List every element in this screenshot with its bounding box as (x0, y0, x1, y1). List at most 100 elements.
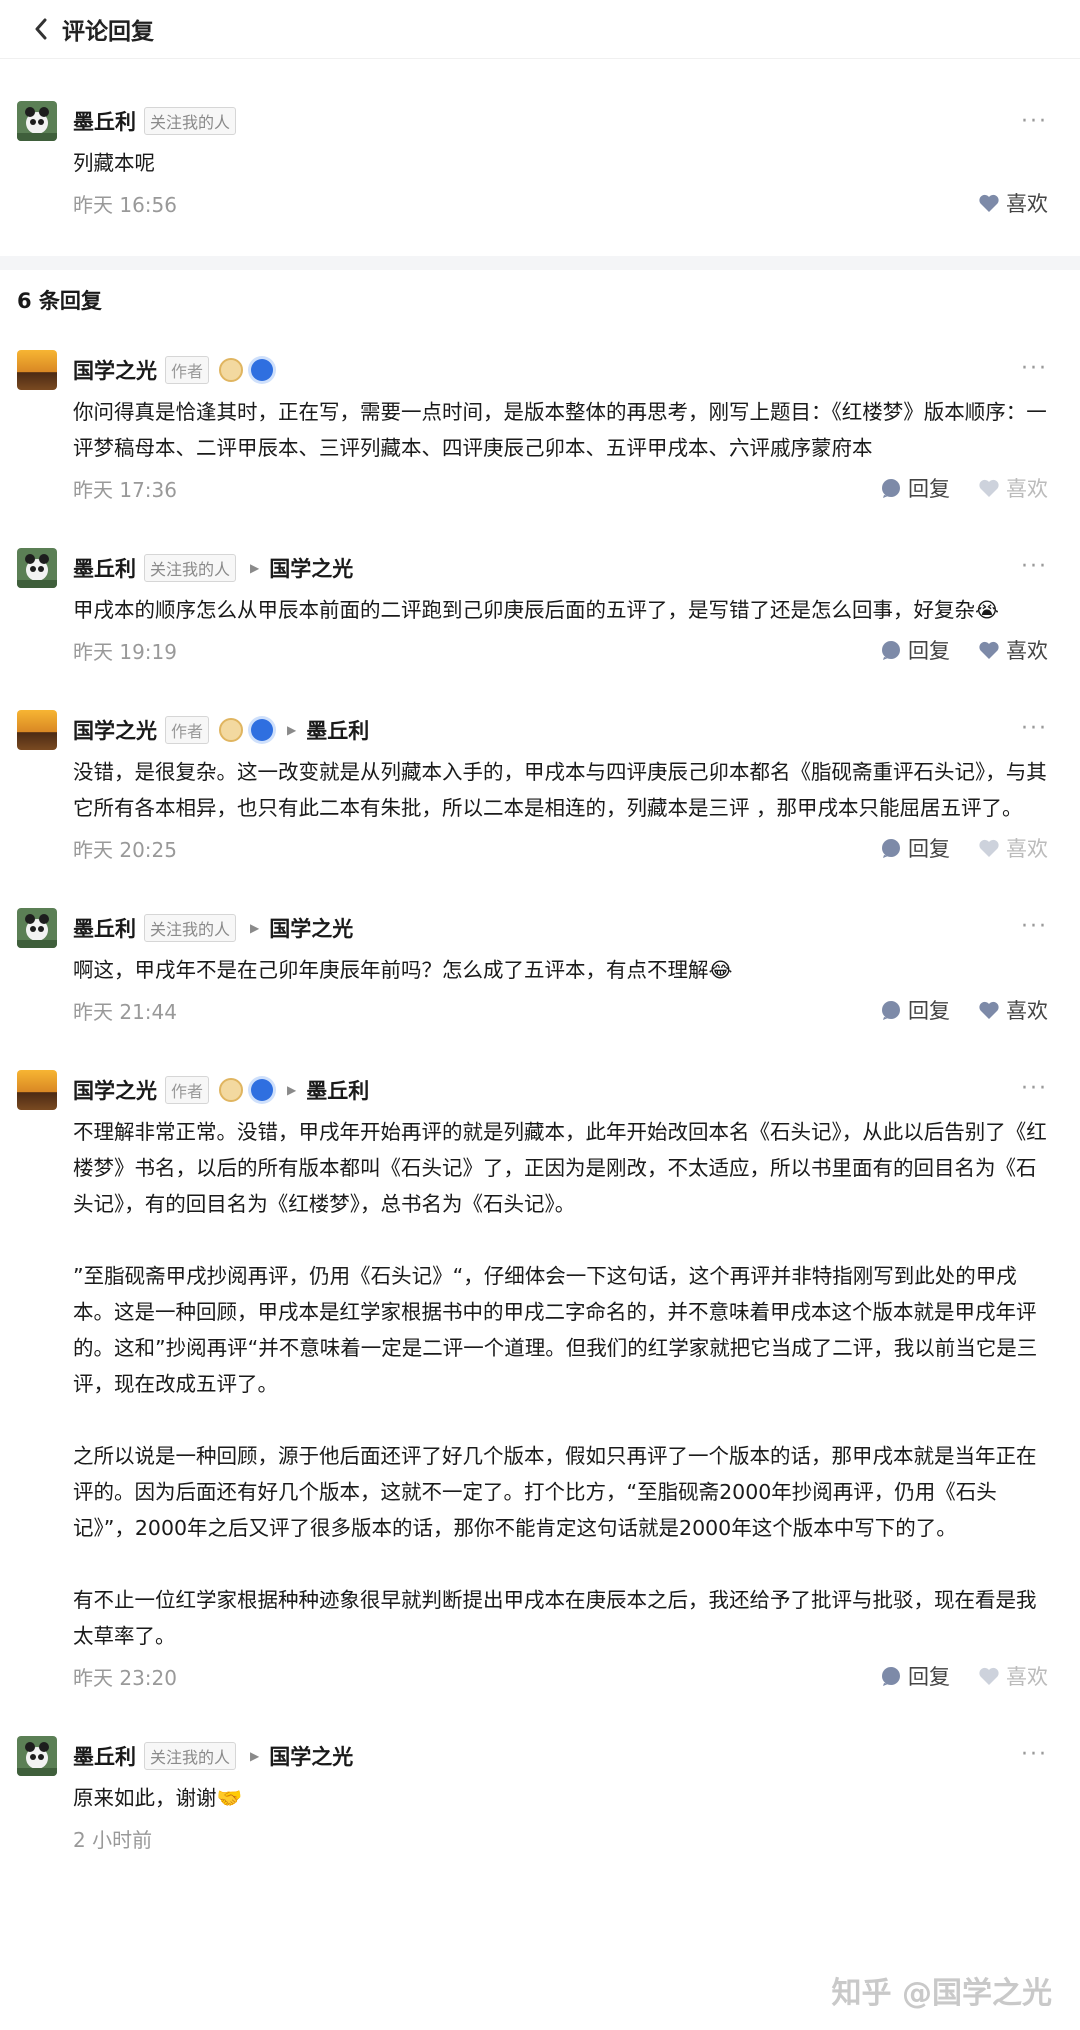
more-icon[interactable]: ··· (1021, 716, 1048, 741)
more-icon[interactable]: ··· (1021, 914, 1048, 939)
heart-icon (978, 838, 1000, 858)
comment-bubble-icon (880, 1665, 902, 1687)
reply-to-name[interactable]: 国学之光 (269, 913, 353, 943)
reply-arrow-icon: ▶ (287, 1083, 297, 1097)
reply-item: 墨丘利 关注我的人 ▶ 国学之光 ··· 啊这，甲戌年不是在己卯年庚辰年前吗？怎么成了五评… (0, 870, 1080, 1032)
reply-item: 墨丘利 关注我的人 ▶ 国学之光 ··· 原来如此，谢谢🤝 2 小时前 (0, 1698, 1080, 1860)
heart-icon (978, 1666, 1000, 1686)
author-tag: 作者 (165, 716, 210, 744)
reply-button[interactable]: 回复 (880, 473, 950, 503)
comment-paragraph: 啊这，甲戌年不是在己卯年庚辰年前吗？怎么成了五评本，有点不理解😂 (73, 958, 733, 982)
author-name[interactable]: 国学之光 (73, 715, 157, 745)
comment-bubble-icon (880, 837, 902, 859)
comment-time: 昨天 17:36 (73, 477, 177, 502)
comment-bubble-icon (880, 639, 902, 661)
author-name[interactable]: 墨丘利 (73, 106, 136, 136)
verified-badge-icon (251, 359, 274, 381)
more-icon[interactable]: ··· (1021, 554, 1048, 579)
author-tag: 作者 (165, 1076, 210, 1104)
reply-item: 国学之光 作者 ▶ 墨丘利 ··· 不理解非常正常。没错，甲戌年开始再评的就是列藏本，此年… (0, 1032, 1080, 1698)
comment-paragraph: 有不止一位红学家根据种种迹象很早就判断提出甲戌本在庚辰本之后，我还给予了批评与批… (73, 1588, 1037, 1648)
comment-paragraph: 没错，是很复杂。这一改变就是从列藏本入手的，甲戌本与四评庚辰己卯本都名《脂砚斋重… (73, 760, 1047, 820)
comment-text: 原来如此，谢谢🤝 (73, 1780, 1048, 1816)
avatar[interactable] (17, 548, 57, 588)
heart-icon (978, 640, 1000, 660)
comment-bubble-icon (880, 999, 902, 1021)
comment-time: 昨天 20:25 (73, 837, 177, 862)
reply-item: 墨丘利 关注我的人 ▶ 国学之光 ··· 甲戌本的顺序怎么从甲辰本前面的二评跑到己卯庚辰后… (0, 510, 1080, 672)
like-button[interactable]: 喜欢 (978, 473, 1048, 503)
verified-badge-icon (251, 1079, 274, 1101)
comment-paragraph: 你问得真是恰逢其时，正在写，需要一点时间，是版本整体的再思考，刚写上题目：《红楼… (73, 400, 1047, 460)
crown-badge-icon (219, 358, 244, 382)
follower-tag: 关注我的人 (144, 554, 237, 582)
root-comment: 墨丘利 关注我的人 ··· 列藏本呢 昨天 16:56 喜欢 (0, 58, 1080, 256)
reply-button[interactable]: 回复 (880, 833, 950, 863)
avatar[interactable] (17, 350, 57, 390)
avatar[interactable] (17, 1070, 57, 1110)
heart-icon (978, 1000, 1000, 1020)
like-button[interactable]: 喜欢 (978, 1661, 1048, 1691)
comment-paragraph: 之所以说是一种回顾，源于他后面还评了好几个版本，假如只再评了一个版本的话，那甲戌… (73, 1444, 1037, 1540)
replies-count: 6 条回复 (17, 289, 102, 313)
comment-bubble-icon (880, 477, 902, 499)
comment-time: 昨天 23:20 (73, 1665, 177, 1690)
comment-text: 啊这，甲戌年不是在己卯年庚辰年前吗？怎么成了五评本，有点不理解😂 (73, 952, 1048, 988)
follower-tag: 关注我的人 (144, 107, 237, 135)
avatar[interactable] (17, 710, 57, 750)
author-name[interactable]: 国学之光 (73, 355, 157, 385)
comment-time: 昨天 19:19 (73, 639, 177, 664)
follower-tag: 关注我的人 (144, 914, 237, 942)
author-name[interactable]: 墨丘利 (73, 553, 136, 583)
comment-paragraph: 甲戌本的顺序怎么从甲辰本前面的二评跑到己卯庚辰后面的五评了，是写错了还是怎么回事… (73, 598, 999, 622)
crown-badge-icon (219, 718, 244, 742)
reply-arrow-icon: ▶ (250, 561, 260, 575)
reply-item: 国学之光 作者 ▶ 墨丘利 ··· 没错，是很复杂。这一改变就是从列藏本入手的，甲戌本与四… (0, 672, 1080, 870)
heart-icon (978, 478, 1000, 498)
like-button[interactable]: 喜欢 (978, 188, 1048, 218)
more-icon[interactable]: ··· (1021, 109, 1048, 134)
author-name[interactable]: 国学之光 (73, 1075, 157, 1105)
author-name[interactable]: 墨丘利 (73, 1741, 136, 1771)
comment-text: 没错，是很复杂。这一改变就是从列藏本入手的，甲戌本与四评庚辰己卯本都名《脂砚斋重… (73, 754, 1048, 826)
more-icon[interactable]: ··· (1021, 1076, 1048, 1101)
header-bar: 评论回复 (0, 0, 1080, 58)
comment-time: 昨天 21:44 (73, 999, 177, 1024)
reply-list: 国学之光 作者 ··· 你问得真是恰逢其时，正在写，需要一点时间，是版本整体的再思考，… (0, 330, 1080, 1860)
reply-button[interactable]: 回复 (880, 1661, 950, 1691)
back-chevron-icon[interactable] (28, 16, 54, 42)
comment-text: 甲戌本的顺序怎么从甲辰本前面的二评跑到己卯庚辰后面的五评了，是写错了还是怎么回事… (73, 592, 1048, 628)
reply-to-name[interactable]: 墨丘利 (306, 1075, 369, 1105)
crown-badge-icon (219, 1078, 244, 1102)
follower-tag: 关注我的人 (144, 1742, 237, 1770)
more-icon[interactable]: ··· (1021, 1742, 1048, 1767)
reply-to-name[interactable]: 国学之光 (269, 1741, 353, 1771)
comment-paragraph: 原来如此，谢谢🤝 (73, 1786, 243, 1810)
reply-arrow-icon: ▶ (250, 1749, 260, 1763)
like-button[interactable]: 喜欢 (978, 635, 1048, 665)
reply-to-name[interactable]: 国学之光 (269, 553, 353, 583)
comment-paragraph: ”至脂砚斋甲戌抄阅再评，仍用《石头记》“，仔细体会一下这句话，这个再评并非特指刚… (73, 1264, 1038, 1396)
watermark: 知乎 @国学之光 (831, 1976, 1052, 2011)
avatar[interactable] (17, 908, 57, 948)
reply-arrow-icon: ▶ (287, 723, 297, 737)
comment-text: 你问得真是恰逢其时，正在写，需要一点时间，是版本整体的再思考，刚写上题目：《红楼… (73, 394, 1048, 466)
comment-time: 2 小时前 (73, 1827, 153, 1852)
verified-badge-icon (251, 719, 274, 741)
avatar[interactable] (17, 1736, 57, 1776)
reply-item: 国学之光 作者 ··· 你问得真是恰逢其时，正在写，需要一点时间，是版本整体的再思考，… (0, 330, 1080, 510)
author-name[interactable]: 墨丘利 (73, 913, 136, 943)
like-button[interactable]: 喜欢 (978, 833, 1048, 863)
reply-button[interactable]: 回复 (880, 995, 950, 1025)
like-button[interactable]: 喜欢 (978, 995, 1048, 1025)
comment-paragraph: 不理解非常正常。没错，甲戌年开始再评的就是列藏本，此年开始改回本名《石头记》，从… (73, 1120, 1047, 1216)
page-title: 评论回复 (62, 19, 154, 45)
comment-time: 昨天 16:56 (73, 192, 177, 217)
reply-button[interactable]: 回复 (880, 635, 950, 665)
comment-text: 列藏本呢 (73, 151, 155, 175)
more-icon[interactable]: ··· (1021, 356, 1048, 381)
section-divider (0, 256, 1080, 270)
heart-icon (978, 193, 1000, 213)
reply-to-name[interactable]: 墨丘利 (306, 715, 369, 745)
avatar[interactable] (17, 101, 57, 141)
